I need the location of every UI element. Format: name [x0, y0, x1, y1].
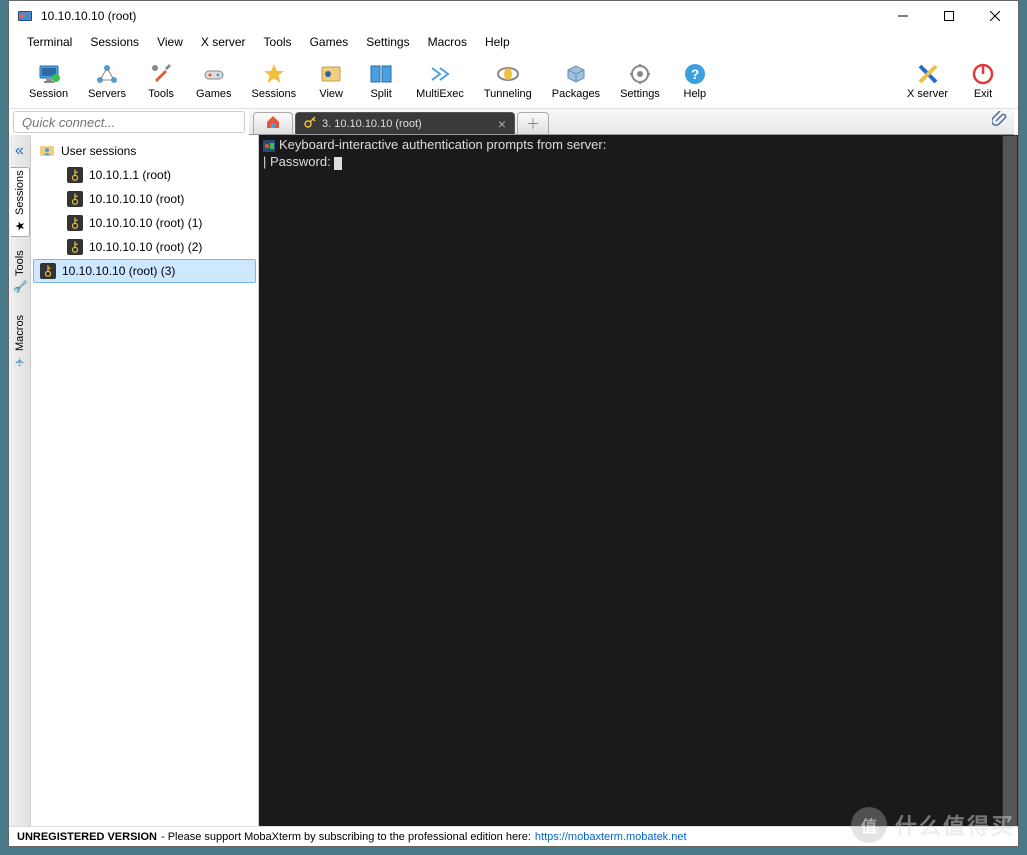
- terminal[interactable]: Keyboard-interactive authentication prom…: [259, 135, 1018, 826]
- monitor-icon: [37, 62, 61, 86]
- collapse-sidebar-button[interactable]: «: [10, 141, 30, 161]
- toolbar-view[interactable]: View: [306, 56, 356, 106]
- minimize-button[interactable]: [880, 1, 926, 31]
- tree-item-label: 10.10.1.1 (root): [89, 168, 171, 182]
- key-icon: [67, 191, 83, 207]
- toolbar: Session Servers Tools Games Sessions Vie…: [9, 53, 1018, 109]
- star-icon: ★: [13, 219, 27, 233]
- toolbar-help[interactable]: ?Help: [670, 56, 720, 106]
- menu-macros[interactable]: Macros: [420, 33, 475, 51]
- menu-settings[interactable]: Settings: [358, 33, 417, 51]
- toolbar-session[interactable]: Session: [19, 56, 78, 106]
- app-icon: [17, 8, 33, 24]
- vtab-macros[interactable]: ✈Macros: [10, 307, 30, 377]
- main-area: « ★Sessions 🔧Tools ✈Macros User sessions…: [9, 135, 1018, 826]
- tree-item-label: 10.10.10.10 (root): [89, 192, 184, 206]
- toolbar-split[interactable]: Split: [356, 56, 406, 106]
- tree-item-label: 10.10.10.10 (root) (2): [89, 240, 202, 254]
- tree-root[interactable]: User sessions: [31, 139, 258, 163]
- quick-connect-input[interactable]: [13, 111, 245, 133]
- terminal-pane: Keyboard-interactive authentication prom…: [259, 135, 1018, 826]
- terminal-prompt-icon: [263, 140, 275, 152]
- toolbar-multiexec[interactable]: MultiExec: [406, 56, 474, 106]
- tab-new[interactable]: ＋: [517, 112, 549, 134]
- key-icon: [67, 215, 83, 231]
- maximize-button[interactable]: [926, 1, 972, 31]
- split-icon: [369, 62, 393, 86]
- quickbar: 3. 10.10.10.10 (root) × ＋: [9, 109, 1018, 135]
- menubar: Terminal Sessions View X server Tools Ga…: [9, 31, 1018, 53]
- plus-icon: ＋: [526, 114, 540, 134]
- key-icon: [40, 263, 56, 279]
- sessions-panel: User sessions 10.10.1.1 (root) 10.10.10.…: [31, 135, 259, 826]
- multiexec-icon: [428, 62, 452, 86]
- key-icon: [304, 116, 316, 131]
- status-link[interactable]: https://mobaxterm.mobatek.net: [535, 831, 687, 843]
- menu-sessions[interactable]: Sessions: [82, 33, 147, 51]
- terminal-cursor: [334, 157, 342, 170]
- window-title: 10.10.10.10 (root): [41, 9, 880, 23]
- vtab-sessions[interactable]: ★Sessions: [10, 167, 30, 237]
- help-icon: ?: [683, 62, 707, 86]
- gamepad-icon: [202, 62, 226, 86]
- xserver-icon: [916, 62, 940, 86]
- tree-item[interactable]: 10.10.10.10 (root) (2): [31, 235, 258, 259]
- menu-help[interactable]: Help: [477, 33, 518, 51]
- toolbar-tools[interactable]: Tools: [136, 56, 186, 106]
- toolbar-xserver[interactable]: X server: [897, 56, 958, 106]
- vtab-tools[interactable]: 🔧Tools: [10, 237, 30, 307]
- terminal-line: | Password:: [263, 154, 334, 169]
- package-icon: [564, 62, 588, 86]
- network-icon: [95, 62, 119, 86]
- tree-item[interactable]: 10.10.1.1 (root): [31, 163, 258, 187]
- menu-view[interactable]: View: [149, 33, 191, 51]
- tree-item[interactable]: 10.10.10.10 (root) (1): [31, 211, 258, 235]
- tree-item[interactable]: 10.10.10.10 (root): [31, 187, 258, 211]
- tab-home[interactable]: [253, 112, 293, 134]
- svg-text:?: ?: [691, 66, 700, 82]
- tunnel-icon: [496, 62, 520, 86]
- folder-user-icon: [39, 142, 55, 161]
- toolbar-sessions[interactable]: Sessions: [242, 56, 307, 106]
- power-icon: [971, 62, 995, 86]
- titlebar: 10.10.10.10 (root): [9, 1, 1018, 31]
- tab-close-icon[interactable]: ×: [498, 116, 506, 132]
- tab-label: 3. 10.10.10.10 (root): [322, 118, 422, 130]
- attachment-icon[interactable]: [992, 111, 1008, 132]
- toolbar-packages[interactable]: Packages: [542, 56, 610, 106]
- toolbar-settings[interactable]: Settings: [610, 56, 670, 106]
- side-tabs: « ★Sessions 🔧Tools ✈Macros: [9, 135, 31, 826]
- menu-xserver[interactable]: X server: [193, 33, 254, 51]
- tree-item-selected[interactable]: 10.10.10.10 (root) (3): [33, 259, 256, 283]
- send-icon: ✈: [13, 355, 27, 369]
- terminal-line: Keyboard-interactive authentication prom…: [279, 137, 606, 152]
- menu-terminal[interactable]: Terminal: [19, 33, 80, 51]
- menu-games[interactable]: Games: [302, 33, 357, 51]
- close-button[interactable]: [972, 1, 1018, 31]
- gear-icon: [628, 62, 652, 86]
- view-icon: [319, 62, 343, 86]
- tab-active-session[interactable]: 3. 10.10.10.10 (root) ×: [295, 112, 515, 134]
- toolbar-games[interactable]: Games: [186, 56, 241, 106]
- terminal-scrollbar[interactable]: [1002, 135, 1018, 826]
- toolbar-exit[interactable]: Exit: [958, 56, 1008, 106]
- tree-item-label: 10.10.10.10 (root) (1): [89, 216, 202, 230]
- status-text: - Please support MobaXterm by subscribin…: [161, 831, 531, 843]
- key-icon: [67, 239, 83, 255]
- status-version: UNREGISTERED VERSION: [17, 831, 157, 843]
- tools-icon: [149, 62, 173, 86]
- home-icon: [265, 114, 281, 133]
- star-icon: [262, 62, 286, 86]
- toolbar-servers[interactable]: Servers: [78, 56, 136, 106]
- menu-tools[interactable]: Tools: [256, 33, 300, 51]
- tabbar: 3. 10.10.10.10 (root) × ＋: [249, 109, 1014, 135]
- key-icon: [67, 167, 83, 183]
- tree-root-label: User sessions: [61, 144, 136, 158]
- wrench-icon: 🔧: [12, 280, 27, 294]
- tree-item-label: 10.10.10.10 (root) (3): [62, 264, 175, 278]
- statusbar: UNREGISTERED VERSION - Please support Mo…: [9, 826, 1018, 846]
- toolbar-tunneling[interactable]: Tunneling: [474, 56, 542, 106]
